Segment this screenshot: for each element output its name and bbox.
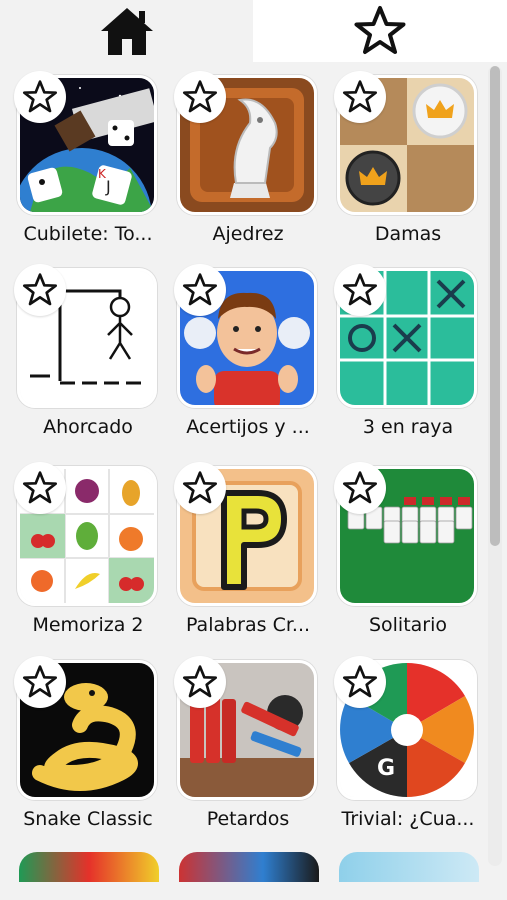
star-outline-icon: [23, 80, 57, 113]
star-outline-icon: [343, 665, 377, 698]
star-outline-icon: [183, 665, 217, 698]
favorite-star-button[interactable]: [334, 264, 386, 316]
star-outline-icon: [343, 80, 377, 113]
game-label: Memoriza 2: [32, 614, 144, 636]
star-outline-icon: [23, 273, 57, 306]
game-card-memoriza-2[interactable]: Memoriza 2: [14, 462, 161, 651]
game-card-solitario[interactable]: Solitario: [334, 462, 481, 651]
game-card-petardos[interactable]: Petardos: [174, 656, 321, 845]
game-label: Petardos: [206, 808, 290, 830]
game-card-partial[interactable]: [19, 852, 159, 882]
star-outline-icon: [183, 80, 217, 113]
game-card-ahorcado[interactable]: Ahorcado: [14, 264, 161, 453]
game-card-acertijos[interactable]: Acertijos y ...: [174, 264, 321, 453]
star-outline-icon: [23, 665, 57, 698]
game-card-3-en-raya[interactable]: 3 en raya: [334, 264, 481, 453]
star-outline-icon: [354, 6, 406, 54]
game-label: Palabras Cr...: [185, 614, 311, 636]
scrollbar[interactable]: [488, 66, 502, 866]
favorite-star-button[interactable]: [334, 462, 386, 514]
game-card-snake-classic[interactable]: Snake Classic: [14, 656, 161, 845]
home-icon: [100, 8, 153, 55]
favorite-star-button[interactable]: [14, 462, 66, 514]
game-card-trivial[interactable]: G Trivial: ¿Cua...: [334, 656, 481, 845]
game-label: 3 en raya: [362, 416, 454, 438]
favorite-star-button[interactable]: [174, 71, 226, 123]
game-label: Snake Classic: [23, 808, 153, 830]
svg-text:G: G: [377, 756, 395, 781]
star-outline-icon: [343, 471, 377, 504]
game-label: Damas: [374, 223, 442, 245]
game-card-damas[interactable]: Damas: [334, 71, 481, 260]
favorite-star-button[interactable]: [14, 264, 66, 316]
game-card-partial[interactable]: [339, 852, 479, 882]
game-label: Acertijos y ...: [186, 416, 310, 438]
favorite-star-button[interactable]: [14, 656, 66, 708]
favorite-star-button[interactable]: [14, 71, 66, 123]
game-card-ajedrez[interactable]: Ajedrez: [174, 71, 321, 260]
game-card-cubilete[interactable]: J K Cubilete: To...: [14, 71, 161, 260]
game-label: Ajedrez: [212, 223, 284, 245]
scrollbar-thumb[interactable]: [490, 66, 500, 546]
favorite-star-button[interactable]: [174, 656, 226, 708]
favorite-star-button[interactable]: [334, 656, 386, 708]
game-card-partial[interactable]: [179, 852, 319, 882]
favorite-star-button[interactable]: [174, 462, 226, 514]
game-label: Cubilete: To...: [23, 223, 153, 245]
tab-favorites[interactable]: [253, 0, 507, 62]
favorite-star-button[interactable]: [174, 264, 226, 316]
tab-home[interactable]: [0, 0, 253, 62]
game-label: Ahorcado: [43, 416, 133, 438]
star-outline-icon: [183, 273, 217, 306]
favorite-star-button[interactable]: [334, 71, 386, 123]
svg-text:K: K: [98, 167, 107, 181]
star-outline-icon: [183, 471, 217, 504]
star-outline-icon: [343, 273, 377, 306]
top-tab-bar: [0, 0, 507, 62]
game-card-palabras-cruzadas[interactable]: Palabras Cr...: [174, 462, 321, 651]
star-outline-icon: [23, 471, 57, 504]
game-label: Solitario: [368, 614, 448, 636]
game-label: Trivial: ¿Cua...: [341, 808, 475, 830]
